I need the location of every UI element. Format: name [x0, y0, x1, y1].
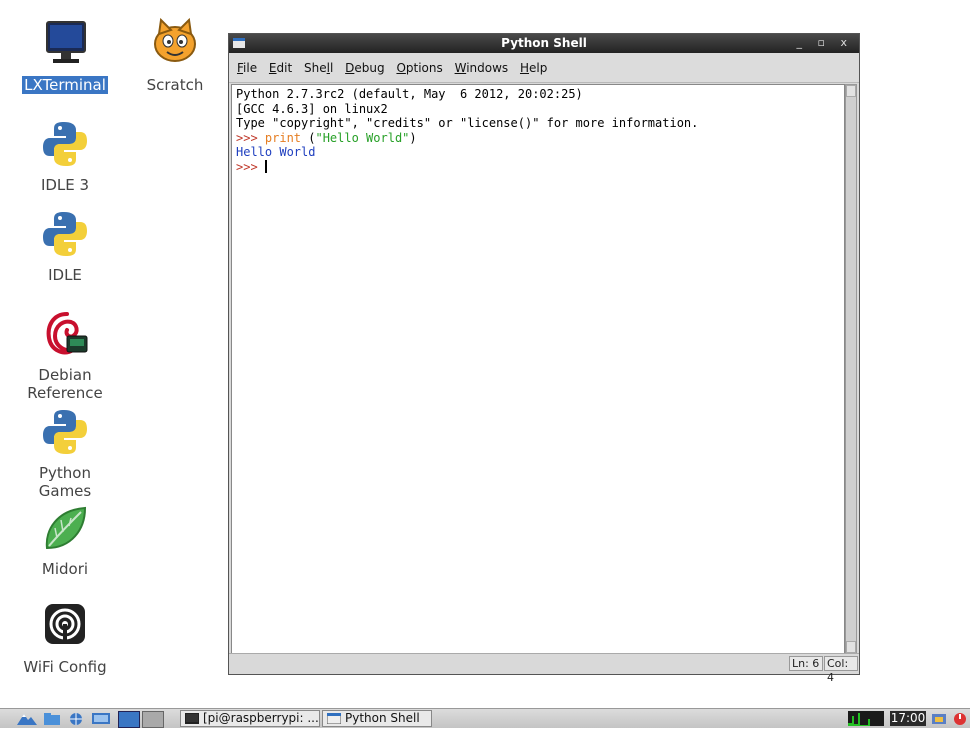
desktop-icon-idle[interactable]: IDLE: [10, 206, 120, 284]
desktop-icon-label: Reference: [27, 384, 103, 402]
screen-lock-icon[interactable]: [930, 711, 948, 726]
status-column: Col: 4: [824, 656, 858, 684]
desktop-icon-midori[interactable]: Midori: [10, 500, 120, 578]
shell-prompt: >>>: [236, 130, 265, 145]
menu-help[interactable]: Help: [516, 53, 551, 75]
vertical-scrollbar[interactable]: [845, 84, 857, 654]
menu-edit[interactable]: Edit: [265, 53, 296, 75]
monitor-icon: [37, 16, 93, 72]
desktop-icon-idle3[interactable]: IDLE 3: [10, 116, 120, 194]
menu-launcher-icon[interactable]: [16, 711, 38, 726]
debian-swirl-icon: [37, 306, 93, 362]
wifi-icon: [37, 598, 93, 654]
window-icon: [326, 712, 342, 725]
status-line: Ln: 6: [789, 656, 823, 671]
task-lxterminal[interactable]: [pi@raspberrypi: ...: [180, 710, 320, 727]
task-label: Python Shell: [345, 711, 420, 725]
cpu-monitor-graph: [848, 711, 884, 726]
python-logo-icon: [37, 206, 93, 262]
menu-file[interactable]: File: [233, 53, 261, 75]
shell-banner-line: [GCC 4.6.3] on linux2: [236, 101, 388, 116]
menu-shell[interactable]: Shell: [300, 53, 337, 75]
task-python-shell[interactable]: Python Shell: [322, 710, 432, 727]
menu-options[interactable]: Options: [392, 53, 446, 75]
shell-text-area[interactable]: Python 2.7.3rc2 (default, May 6 2012, 20…: [231, 84, 845, 654]
status-bar: Ln: 6 Col: 4: [229, 653, 859, 684]
scratch-cat-icon: [147, 16, 203, 72]
menu-windows[interactable]: Windows: [451, 53, 513, 75]
shell-string: "Hello World": [315, 130, 410, 145]
midori-leaf-icon: [37, 500, 93, 556]
desktop-icon-wifi-config[interactable]: WiFi Config: [10, 598, 120, 676]
text-cursor: [264, 159, 267, 173]
file-manager-icon[interactable]: [42, 711, 62, 726]
desktop-icon-label: Games: [38, 482, 92, 500]
desktop-icon-label: IDLE 3: [40, 176, 90, 194]
desktop-icon-label: Scratch: [146, 76, 204, 94]
desktop-icon-lxterminal[interactable]: LXTerminal: [10, 16, 120, 94]
window-controls[interactable]: _ ▫ x: [797, 36, 853, 49]
shell-paren: (: [301, 130, 316, 145]
desktop-icon-debian-reference[interactable]: Debian Reference: [10, 306, 120, 402]
shell-paren: ): [409, 130, 417, 145]
minimize-all-icon[interactable]: [90, 711, 112, 726]
window-title: Python Shell: [501, 36, 587, 50]
desktop-pager-2[interactable]: [142, 711, 164, 728]
shell-keyword: print: [264, 130, 302, 145]
shell-banner-line: Type "copyright", "credits" or "license(…: [236, 116, 699, 130]
desktop-icon-label: WiFi Config: [23, 658, 107, 676]
scroll-up-arrow-icon[interactable]: [846, 85, 856, 97]
terminal-icon: [185, 713, 199, 724]
taskbar: [pi@raspberrypi: ... Python Shell 17:00: [0, 708, 970, 728]
python-logo-icon: [37, 116, 93, 172]
task-label: [pi@raspberrypi: ...: [203, 711, 319, 725]
window-titlebar[interactable]: Python Shell _ ▫ x: [229, 34, 859, 53]
shell-output: Hello World: [236, 145, 316, 159]
python-shell-window[interactable]: Python Shell _ ▫ x File Edit Shell Debug…: [228, 33, 860, 684]
desktop-icon-scratch[interactable]: Scratch: [120, 16, 230, 94]
scroll-down-arrow-icon[interactable]: [846, 641, 856, 653]
desktop-pager-1[interactable]: [118, 711, 140, 728]
desktop-icon-label: Debian: [38, 366, 92, 384]
menubar: File Edit Shell Debug Options Windows He…: [229, 53, 859, 83]
logout-power-icon[interactable]: [952, 711, 968, 726]
python-logo-icon: [37, 404, 93, 460]
clock[interactable]: 17:00: [890, 711, 926, 726]
desktop-icon-label: Python: [39, 464, 91, 482]
browser-icon[interactable]: [66, 711, 86, 726]
desktop-icon-label: Midori: [41, 560, 89, 578]
shell-banner-line: Python 2.7.3rc2 (default, May 6 2012, 20…: [236, 87, 583, 101]
menu-debug[interactable]: Debug: [341, 53, 388, 75]
shell-prompt: >>>: [236, 159, 265, 174]
desktop-icon-python-games[interactable]: Python Games: [10, 404, 120, 500]
desktop-icon-label: IDLE: [48, 266, 82, 284]
desktop-icon-label: LXTerminal: [22, 76, 108, 94]
